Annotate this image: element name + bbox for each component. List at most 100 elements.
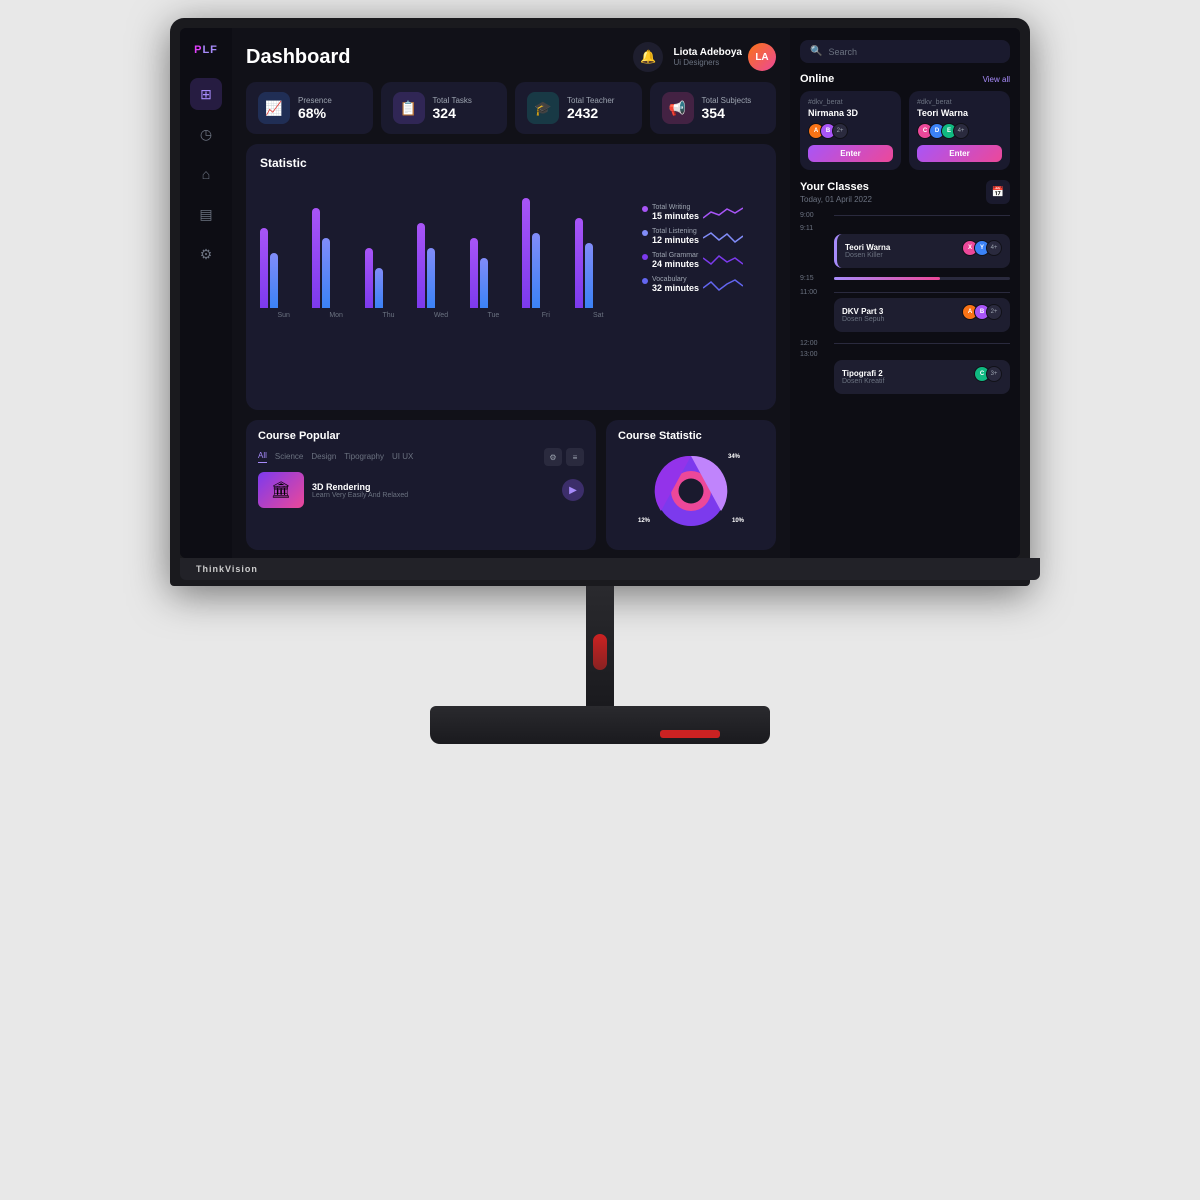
course-desc: Learn Very Easily And Relaxed	[312, 492, 408, 499]
view-all-btn[interactable]: View all	[983, 75, 1010, 84]
legend-value-writing: 15 minutes	[652, 211, 699, 221]
sidebar: PLF ⊞ ◷ ⌂ ▤ ⚙	[180, 28, 232, 558]
page-title: Dashboard	[246, 46, 350, 69]
bar	[312, 208, 320, 308]
sparkline-listening	[703, 228, 743, 246]
sparkline-writing	[703, 204, 743, 222]
course-action-btn[interactable]: ▶	[562, 479, 584, 501]
monitor: PLF ⊞ ◷ ⌂ ▤ ⚙ Dashboard 🔔 Liota	[170, 18, 1030, 744]
day-tue: Tue	[470, 312, 517, 319]
sidebar-item-settings[interactable]: ⚙	[190, 238, 222, 270]
bar	[585, 243, 593, 308]
bar	[480, 258, 488, 308]
search-icon: 🔍	[810, 46, 822, 57]
avatar-count: 2+	[986, 304, 1002, 320]
filter-settings-btn[interactable]: ⚙	[544, 448, 562, 466]
stat-value-subjects: 354	[702, 105, 752, 121]
class-teacher-teori: Dosen Killer	[845, 252, 890, 259]
donut-label-12: 12%	[638, 518, 650, 524]
left-column: Statistic	[246, 144, 776, 550]
enter-button-teori[interactable]: Enter	[917, 145, 1002, 162]
stat-label-tasks: Total Tasks	[433, 96, 472, 105]
chart-days: Sun Mon Thu Wed Tue Fri Sat	[260, 312, 622, 319]
brand-label: ThinkVision	[196, 564, 258, 574]
user-role: Ui Designers	[673, 58, 742, 67]
bar-group-sun	[260, 228, 307, 308]
card-title-teori: Teori Warna	[917, 108, 1002, 118]
classes-section: Your Classes Today, 01 April 2022 📅 9:00	[800, 180, 1010, 546]
stat-card-subjects: 📢 Total Subjects 354	[650, 82, 777, 134]
bar	[270, 253, 278, 308]
sidebar-item-grid[interactable]: ⊞	[190, 78, 222, 110]
day-sun: Sun	[260, 312, 307, 319]
class-card-teori: Teori Warna Dosen Killer X Y 4+	[834, 234, 1010, 268]
timeline: 9:00 9:11 Teori Warna	[800, 212, 1010, 546]
class-name-teori: Teori Warna	[845, 243, 890, 252]
avatar-count: 3+	[986, 366, 1002, 382]
legend-text-listening: Total Listening 12 minutes	[652, 228, 699, 245]
search-bar[interactable]: 🔍 Search	[800, 40, 1010, 63]
tab-typography[interactable]: Tipography	[344, 452, 384, 463]
avatar-count: 4+	[986, 240, 1002, 256]
monitor-base	[430, 706, 770, 744]
tab-all[interactable]: All	[258, 451, 267, 463]
statistic-card: Statistic	[246, 144, 776, 410]
sidebar-logo: PLF	[194, 44, 218, 56]
calendar-icon-btn[interactable]: 📅	[986, 180, 1010, 204]
time-label-1100: 11:00	[800, 289, 828, 296]
donut-label-10: 10%	[732, 518, 744, 524]
stat-info-tasks: Total Tasks 324	[433, 96, 472, 121]
bar	[417, 223, 425, 308]
tab-science[interactable]: Science	[275, 452, 303, 463]
avatar-row-nirmana: A B 2+	[808, 123, 893, 139]
legend-vocabulary: Vocabulary 32 minutes	[642, 276, 762, 294]
stat-info-subjects: Total Subjects 354	[702, 96, 752, 121]
tab-uiux[interactable]: UI UX	[392, 452, 413, 463]
time-label-1200: 12:00	[800, 340, 828, 347]
stat-icon-subjects: 📢	[662, 92, 694, 124]
sparkline-vocabulary	[703, 276, 743, 294]
sidebar-item-home[interactable]: ⌂	[190, 158, 222, 190]
online-card-teori: #dkv_berat Teori Warna C D E 4+ Enter	[909, 91, 1010, 170]
online-header: Online View all	[800, 73, 1010, 85]
class-card-dkv: DKV Part 3 Dosen Sepuh A B 2+	[834, 298, 1010, 332]
class-info-tipografi: Tipografi 2 Dosen Kreatif	[842, 369, 884, 385]
legend-value-grammar: 24 minutes	[652, 259, 699, 269]
timeline-row-1200: 12:00	[800, 340, 1010, 347]
progress-fill	[834, 277, 940, 280]
timeline-row-1300: 13:00 Tipografi 2 Dosen Kreatif C	[800, 351, 1010, 394]
day-sat: Sat	[575, 312, 622, 319]
class-teacher-tipografi: Dosen Kreatif	[842, 378, 884, 385]
enter-button-nirmana[interactable]: Enter	[808, 145, 893, 162]
right-panel: 🔍 Search Online View all #dkv_berat Nirm…	[790, 28, 1020, 558]
screen: PLF ⊞ ◷ ⌂ ▤ ⚙ Dashboard 🔔 Liota	[180, 28, 1020, 558]
legend-dot-listening	[642, 230, 648, 236]
filter-tabs: All Science Design Tipography UI UX ⚙ ≡	[258, 448, 584, 466]
day-mon: Mon	[312, 312, 359, 319]
filter-icons: ⚙ ≡	[544, 448, 584, 466]
classes-header: Your Classes Today, 01 April 2022 📅	[800, 180, 1010, 204]
card-tag-teori: #dkv_berat	[917, 99, 1002, 106]
search-input[interactable]: Search	[828, 47, 1000, 57]
legend-label-vocabulary: Vocabulary	[652, 276, 699, 283]
legend-label-listening: Total Listening	[652, 228, 699, 235]
bar-chart	[260, 178, 622, 308]
timeline-row-900: 9:00	[800, 212, 1010, 219]
stat-card-tasks: 📋 Total Tasks 324	[381, 82, 508, 134]
sidebar-item-clock[interactable]: ◷	[190, 118, 222, 150]
filter-sort-btn[interactable]: ≡	[566, 448, 584, 466]
bar	[522, 198, 530, 308]
tab-design[interactable]: Design	[311, 452, 336, 463]
timeline-row-911: 9:11 Teori Warna Dosen Killer X	[800, 225, 1010, 268]
statistic-title: Statistic	[260, 156, 762, 170]
sidebar-item-book[interactable]: ▤	[190, 198, 222, 230]
stat-card-teacher: 🎓 Total Teacher 2432	[515, 82, 642, 134]
avatar-row-teori: C D E 4+	[917, 123, 1002, 139]
class-card-tipografi: Tipografi 2 Dosen Kreatif C 3+	[834, 360, 1010, 394]
time-label-1300: 13:00	[800, 351, 828, 358]
course-name: 3D Rendering	[312, 482, 408, 492]
monitor-neck	[586, 586, 614, 706]
class-name-dkv: DKV Part 3	[842, 307, 884, 316]
course-item: 🏛 3D Rendering Learn Very Easily And Rel…	[258, 472, 584, 508]
notification-icon[interactable]: 🔔	[633, 42, 663, 72]
